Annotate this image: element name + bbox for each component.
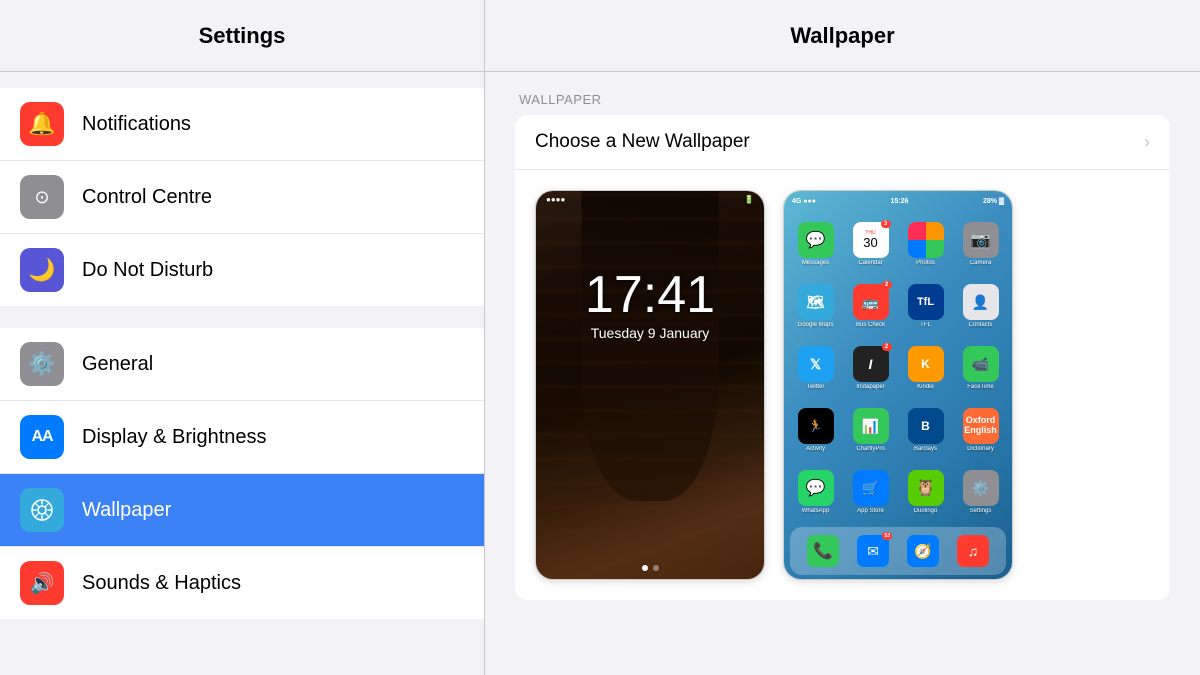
app-dictionary[interactable]: Oxford English Dictionary (955, 401, 1006, 459)
wallpaper-card: Choose a New Wallpaper › (515, 115, 1170, 600)
chevron-right-icon: › (1144, 132, 1150, 153)
main-panel: Wallpaper WALLPAPER Choose a New Wallpap… (485, 0, 1200, 675)
dock-bar: 📞 ✉ 53 🧭 ♫ (790, 527, 1006, 575)
sidebar-item-display[interactable]: AA Display & Brightness (0, 401, 484, 474)
general-icon: ⚙️ (20, 342, 64, 386)
sounds-icon: 🔊 (20, 561, 64, 605)
dnd-label: Do Not Disturb (82, 259, 213, 282)
app-barclays[interactable]: B Barclays (900, 401, 951, 459)
home-status-bar: 4G ●●● 15:26 28% ▓ (784, 191, 1012, 211)
app-messages[interactable]: 💬 Messages (790, 215, 841, 273)
lock-battery: 🔋 (744, 195, 754, 204)
app-duolingo[interactable]: 🦉 Duolingo (900, 463, 951, 521)
app-instapaper[interactable]: I 2 Instapaper (845, 339, 896, 397)
control-centre-label: Control Centre (82, 186, 212, 209)
app-twitter[interactable]: 𝕏 Twitter (790, 339, 841, 397)
dock-music[interactable]: ♫ (957, 535, 989, 567)
sidebar-list: 🔔 Notifications ⊙ Control Centre 🌙 Do No… (0, 72, 484, 675)
control-centre-icon: ⊙ (20, 175, 64, 219)
dock-phone[interactable]: 📞 (807, 535, 839, 567)
dock-safari[interactable]: 🧭 (907, 535, 939, 567)
sidebar-item-wallpaper[interactable]: Wallpaper (0, 474, 484, 547)
app-settings-home[interactable]: ⚙️ Settings (955, 463, 1006, 521)
home-time: 15:26 (891, 198, 909, 205)
app-photos[interactable]: Photos (900, 215, 951, 273)
sounds-label: Sounds & Haptics (82, 572, 241, 595)
sidebar-item-control-centre[interactable]: ⊙ Control Centre (0, 161, 484, 234)
dnd-icon: 🌙 (20, 248, 64, 292)
home-battery: 28% ▓ (983, 198, 1004, 205)
wallpaper-icon (20, 488, 64, 532)
sidebar-item-general[interactable]: ⚙️ General (0, 328, 484, 401)
lock-signal: ●●●● (546, 195, 565, 204)
app-numbers[interactable]: 📊 ChartlyPro (845, 401, 896, 459)
main-content: WALLPAPER Choose a New Wallpaper › (485, 72, 1200, 675)
app-grid: 💬 Messages THU 30 (784, 211, 1012, 525)
sidebar-section-1: 🔔 Notifications ⊙ Control Centre 🌙 Do No… (0, 88, 484, 306)
app-contacts[interactable]: 👤 Contacts (955, 277, 1006, 335)
sidebar-title: Settings (199, 23, 286, 49)
choose-wallpaper-label: Choose a New Wallpaper (535, 131, 1144, 153)
choose-wallpaper-row[interactable]: Choose a New Wallpaper › (515, 115, 1170, 170)
lock-date: Tuesday 9 January (536, 325, 764, 341)
lock-time: 17:41 (536, 269, 764, 321)
wallpaper-previews: 17:41 Tuesday 9 January ●●●● 🔋 (515, 170, 1170, 600)
main-header: Wallpaper (485, 0, 1200, 72)
app-camera[interactable]: 📷 Camera (955, 215, 1006, 273)
app-whatsapp[interactable]: 💬 WhatsApp (790, 463, 841, 521)
homescreen-preview[interactable]: 4G ●●● 15:26 28% ▓ 💬 Messag (783, 190, 1013, 580)
app-kindle[interactable]: K Kindle (900, 339, 951, 397)
general-label: General (82, 353, 153, 376)
sidebar-section-2: ⚙️ General AA Display & Brightness (0, 328, 484, 619)
wallpaper-section-label: WALLPAPER (515, 92, 1170, 107)
notifications-label: Notifications (82, 113, 191, 136)
sidebar-header: Settings (0, 0, 484, 72)
main-title: Wallpaper (790, 23, 894, 49)
app-facetime[interactable]: 📹 FaceTime (955, 339, 1006, 397)
page-dot-1 (653, 565, 659, 571)
home-signal: 4G ●●● (792, 198, 816, 205)
sidebar-item-dnd[interactable]: 🌙 Do Not Disturb (0, 234, 484, 306)
display-label: Display & Brightness (82, 426, 267, 449)
app-maps[interactable]: 🗺 Google Maps (790, 277, 841, 335)
app-tfl[interactable]: TfL TFL (900, 277, 951, 335)
app-bus[interactable]: 🚌 2 Bus Check (845, 277, 896, 335)
sidebar-item-sounds[interactable]: 🔊 Sounds & Haptics (0, 547, 484, 619)
app-appstore[interactable]: 🛒 App Store (845, 463, 896, 521)
app-activity[interactable]: 🏃 Activity (790, 401, 841, 459)
sidebar: Settings 🔔 Notifications ⊙ Control Centr… (0, 0, 485, 675)
page-dot-active (642, 565, 648, 571)
wallpaper-label: Wallpaper (82, 499, 171, 522)
children-figures (536, 366, 764, 579)
app-calendar[interactable]: THU 30 3 Calendar (845, 215, 896, 273)
sidebar-item-notifications[interactable]: 🔔 Notifications (0, 88, 484, 161)
app-container: Settings 🔔 Notifications ⊙ Control Centr… (0, 0, 1200, 675)
display-icon: AA (20, 415, 64, 459)
lockscreen-preview[interactable]: 17:41 Tuesday 9 January ●●●● 🔋 (535, 190, 765, 580)
home-screen: 4G ●●● 15:26 28% ▓ 💬 Messag (784, 191, 1012, 579)
notifications-icon: 🔔 (20, 102, 64, 146)
dock-mail[interactable]: ✉ 53 (857, 535, 889, 567)
